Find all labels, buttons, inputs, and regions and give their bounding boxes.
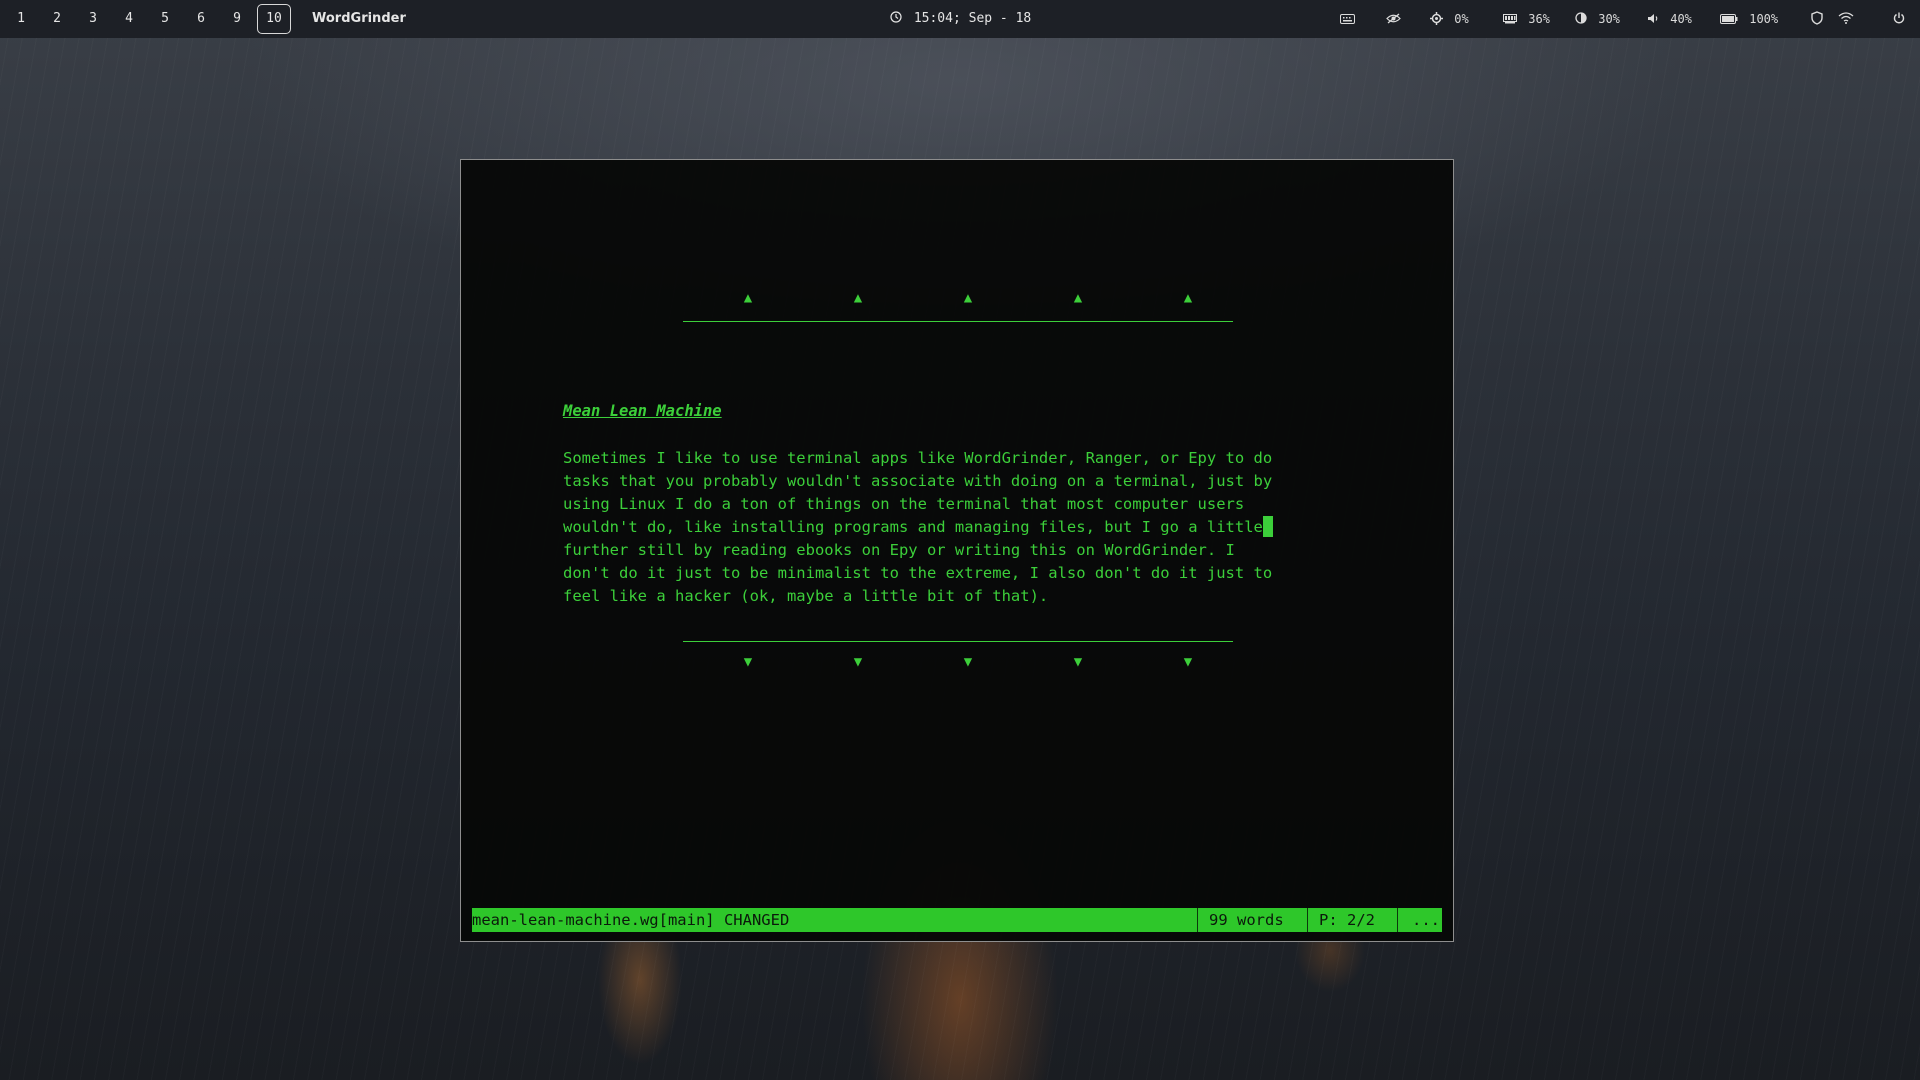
top-bar: 1 2 3 4 5 6 9 10 WordGrinder 15:04; Sep … [0,0,1920,38]
wifi-icon [1838,12,1854,26]
clock-icon [890,11,910,26]
paragraph-line-text: wouldn't do, like installing programs an… [563,518,1263,536]
memory-value: 36% [1528,12,1550,26]
paragraph-line[interactable]: don't do it just to be minimalist to the… [563,562,1333,585]
vpn-status[interactable] [1811,0,1823,38]
shield-icon [1811,11,1823,26]
page-top-arrow-icon: ▲ [743,290,753,306]
cpu-icon [1430,12,1450,26]
brightness-icon [1575,12,1594,26]
status-divider [1197,908,1198,932]
cpu-usage[interactable]: 0% [1430,0,1469,38]
workspace-2-button[interactable]: 2 [42,4,72,34]
wordgrinder-terminal-window[interactable]: ▲ ▲ ▲ ▲ ▲ Mean Lean Machine Sometimes I … [460,159,1454,942]
power-button[interactable] [1893,0,1905,38]
page-bottom-arrow-icon: ▼ [1073,654,1083,670]
power-icon [1893,12,1905,26]
page-top-rule [683,321,1233,322]
status-divider [1307,908,1308,932]
paragraph-line[interactable]: tasks that you probably wouldn't associa… [563,470,1333,493]
paragraph-line[interactable]: further still by reading ebooks on Epy o… [563,539,1333,562]
document-body[interactable]: Sometimes I like to use terminal apps li… [563,447,1333,608]
volume-icon [1647,12,1666,26]
workspace-4-button[interactable]: 4 [114,4,144,34]
workspace-10-button[interactable]: 10 [257,4,291,34]
eye-slash-icon [1386,12,1401,26]
battery-status[interactable]: 100% [1720,0,1778,38]
page-bottom-arrow-icon: ▼ [743,654,753,670]
memory-usage[interactable]: 36% [1503,0,1550,38]
status-bar: mean-lean-machine.wg[main] CHANGED 99 wo… [472,908,1442,932]
cpu-value: 0% [1454,12,1469,26]
status-page-indicator: P: 2/2 [1319,911,1375,929]
paragraph-line[interactable]: wouldn't do, like installing programs an… [563,516,1333,539]
page-bottom-rule [683,641,1233,642]
keyboard-icon [1340,12,1355,26]
page-bottom-arrow-icon: ▼ [853,654,863,670]
document-heading[interactable]: Mean Lean Machine [563,402,722,420]
page-top-arrow-icon: ▲ [1073,290,1083,306]
workspace-9-button[interactable]: 9 [222,4,252,34]
idle-inhibitor[interactable] [1386,0,1401,38]
status-word-count: 99 words [1209,911,1284,929]
status-more[interactable]: ... [1412,908,1440,932]
brightness-value: 30% [1598,12,1620,26]
workspace-1-button[interactable]: 1 [6,4,36,34]
workspace-6-button[interactable]: 6 [186,4,216,34]
battery-icon [1720,12,1745,26]
network-status[interactable] [1838,0,1854,38]
paragraph-line[interactable]: Sometimes I like to use terminal apps li… [563,447,1333,470]
status-divider [1397,908,1398,932]
clock-text: 15:04; Sep - 18 [913,11,1032,26]
clock[interactable]: 15:04; Sep - 18 [890,0,1031,38]
focused-window-title: WordGrinder [312,11,406,26]
memory-icon [1503,12,1524,26]
page-bottom-arrow-icon: ▼ [1183,654,1193,670]
status-filename: mean-lean-machine.wg[main] CHANGED [472,911,790,929]
volume-value: 40% [1670,12,1692,26]
workspace-3-button[interactable]: 3 [78,4,108,34]
page-top-arrow-icon: ▲ [963,290,973,306]
brightness-level[interactable]: 30% [1575,0,1620,38]
keyboard-layout[interactable] [1340,0,1355,38]
volume-level[interactable]: 40% [1647,0,1692,38]
page-top-arrow-icon: ▲ [1183,290,1193,306]
text-cursor [1262,516,1273,537]
paragraph-line[interactable]: feel like a hacker (ok, maybe a little b… [563,585,1333,608]
page-top-arrow-icon: ▲ [853,290,863,306]
paragraph-line[interactable]: using Linux I do a ton of things on the … [563,493,1333,516]
battery-value: 100% [1749,12,1779,26]
workspace-5-button[interactable]: 5 [150,4,180,34]
page-bottom-arrow-icon: ▼ [963,654,973,670]
